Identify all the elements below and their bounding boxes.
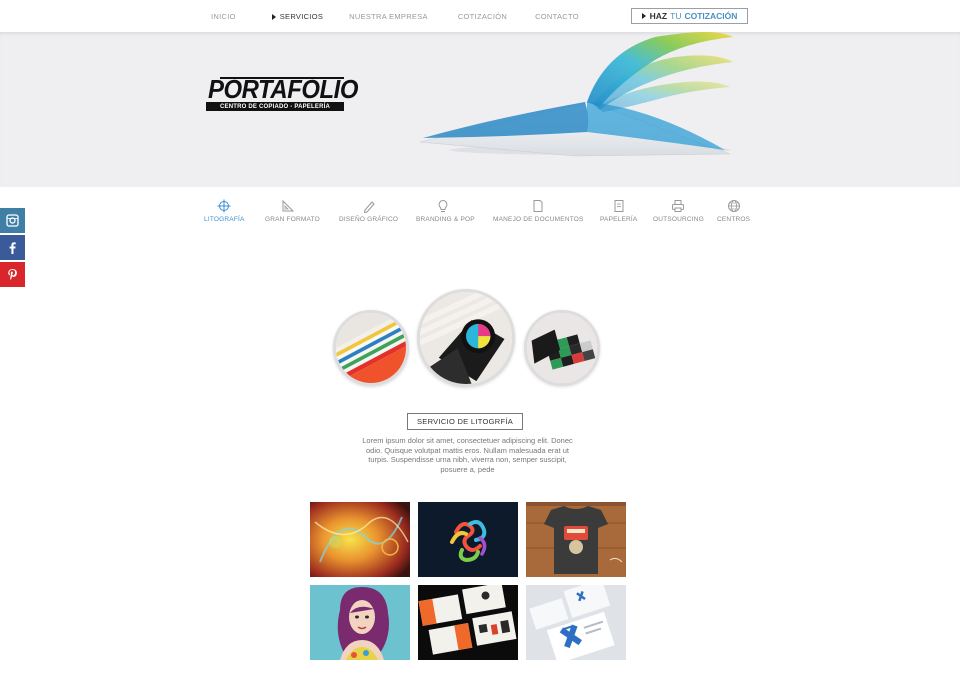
social-sidebar — [0, 208, 25, 289]
arrow-right-icon — [271, 13, 276, 20]
triangle-ruler-icon — [282, 199, 295, 212]
paper-stack-image — [333, 310, 409, 386]
top-bar: INICIO SERVICIOS NUESTRA EMPRESA COTIZAC… — [0, 0, 960, 32]
woman-illustration-image — [310, 585, 410, 660]
service-label: CENTROS — [717, 216, 751, 223]
arrow-right-icon — [641, 13, 646, 19]
gallery-item-logo-design[interactable] — [418, 502, 518, 577]
gallery-item-illustration[interactable] — [310, 585, 410, 660]
pinterest-button[interactable] — [0, 262, 25, 287]
service-label: MANEJO DE DOCUMENTOS — [493, 216, 584, 223]
service-centros[interactable]: CENTROS — [717, 199, 750, 223]
service-litografia[interactable]: LITOGRAFÍA — [204, 199, 245, 223]
color-chart-photo — [527, 313, 597, 383]
service-diseno-grafico[interactable]: DISEÑO GRÁFICO — [339, 199, 398, 223]
service-label: GRAN FORMATO — [265, 216, 320, 223]
section-description: Lorem ipsum dolor sit amet, consectetuer… — [362, 436, 573, 474]
section-title: SERVICIO DE LITOGRFÍA — [407, 413, 523, 430]
printer-icon — [672, 200, 685, 212]
logo-wordmark: PORTAFOLIO — [208, 74, 359, 104]
gallery-item-tshirt[interactable] — [526, 502, 626, 577]
nav-cotizacion[interactable]: COTIZACIÓN — [458, 12, 507, 21]
quote-part1: HAZ — [649, 11, 668, 21]
quote-button[interactable]: HAZ TU COTIZACIÓN — [631, 8, 748, 24]
logo-tagline: CENTRO DE COPIADO - PAPELERÍA — [206, 102, 344, 111]
instagram-button[interactable] — [0, 208, 25, 233]
service-label: LITOGRAFÍA — [204, 216, 245, 223]
gallery-item-branding[interactable] — [526, 585, 626, 660]
gallery-item-stationery[interactable] — [418, 585, 518, 660]
nav-inicio[interactable]: INICIO — [211, 12, 236, 21]
stationery-image — [418, 585, 518, 660]
facebook-icon — [9, 242, 16, 254]
service-gran-formato[interactable]: GRAN FORMATO — [265, 199, 320, 223]
branding-image — [526, 585, 626, 660]
document-icon — [533, 200, 543, 212]
nav-contacto[interactable]: CONTACTO — [535, 12, 579, 21]
paper-stack-photo — [336, 313, 406, 383]
main-nav: INICIO SERVICIOS NUESTRA EMPRESA COTIZAC… — [211, 12, 579, 21]
color-chart-image — [524, 310, 600, 386]
service-label: PAPELERÍA — [600, 216, 638, 223]
tshirt-image — [526, 502, 626, 577]
swirl-logo-image — [418, 502, 518, 577]
service-label: OUTSOURCING — [653, 216, 704, 223]
instagram-icon — [6, 214, 19, 227]
quote-part3: COTIZACIÓN — [684, 11, 738, 21]
pinterest-icon — [8, 269, 17, 280]
service-label: BRANDING & POP — [416, 216, 475, 223]
pen-icon — [363, 201, 375, 213]
services-nav: LITOGRAFÍA GRAN FORMATO DISEÑO GRÁFICO B… — [0, 199, 960, 229]
nav-label: SERVICIOS — [279, 12, 324, 21]
lightbulb-icon — [438, 199, 448, 212]
facebook-button[interactable] — [0, 235, 25, 260]
loupe-photo — [420, 292, 512, 384]
service-label: DISEÑO GRÁFICO — [339, 216, 399, 223]
logo[interactable]: PORTAFOLIO CENTRO DE COPIADO - PAPELERÍA — [206, 76, 358, 112]
nav-label: COTIZACIÓN — [457, 12, 508, 21]
service-branding-pop[interactable]: BRANDING & POP — [416, 199, 475, 223]
nav-label: CONTACTO — [535, 12, 579, 21]
nav-label: NUESTRA EMPRESA — [349, 12, 428, 21]
nav-servicios[interactable]: SERVICIOS — [271, 12, 324, 21]
abstract-art-image — [310, 502, 410, 577]
notepad-icon — [614, 200, 624, 212]
quote-part2: TU — [670, 11, 682, 21]
service-manejo-documentos[interactable]: MANEJO DE DOCUMENTOS — [493, 199, 584, 223]
crosshair-icon — [217, 199, 231, 213]
globe-icon — [727, 200, 740, 212]
service-papeleria[interactable]: PAPELERÍA — [600, 199, 637, 223]
nav-nuestra-empresa[interactable]: NUESTRA EMPRESA — [349, 12, 428, 21]
service-outsourcing[interactable]: OUTSOURCING — [653, 199, 704, 223]
loupe-image — [417, 289, 515, 387]
book-illustration — [419, 32, 733, 157]
gallery-item-abstract[interactable] — [310, 502, 410, 577]
nav-label: INICIO — [211, 12, 236, 21]
